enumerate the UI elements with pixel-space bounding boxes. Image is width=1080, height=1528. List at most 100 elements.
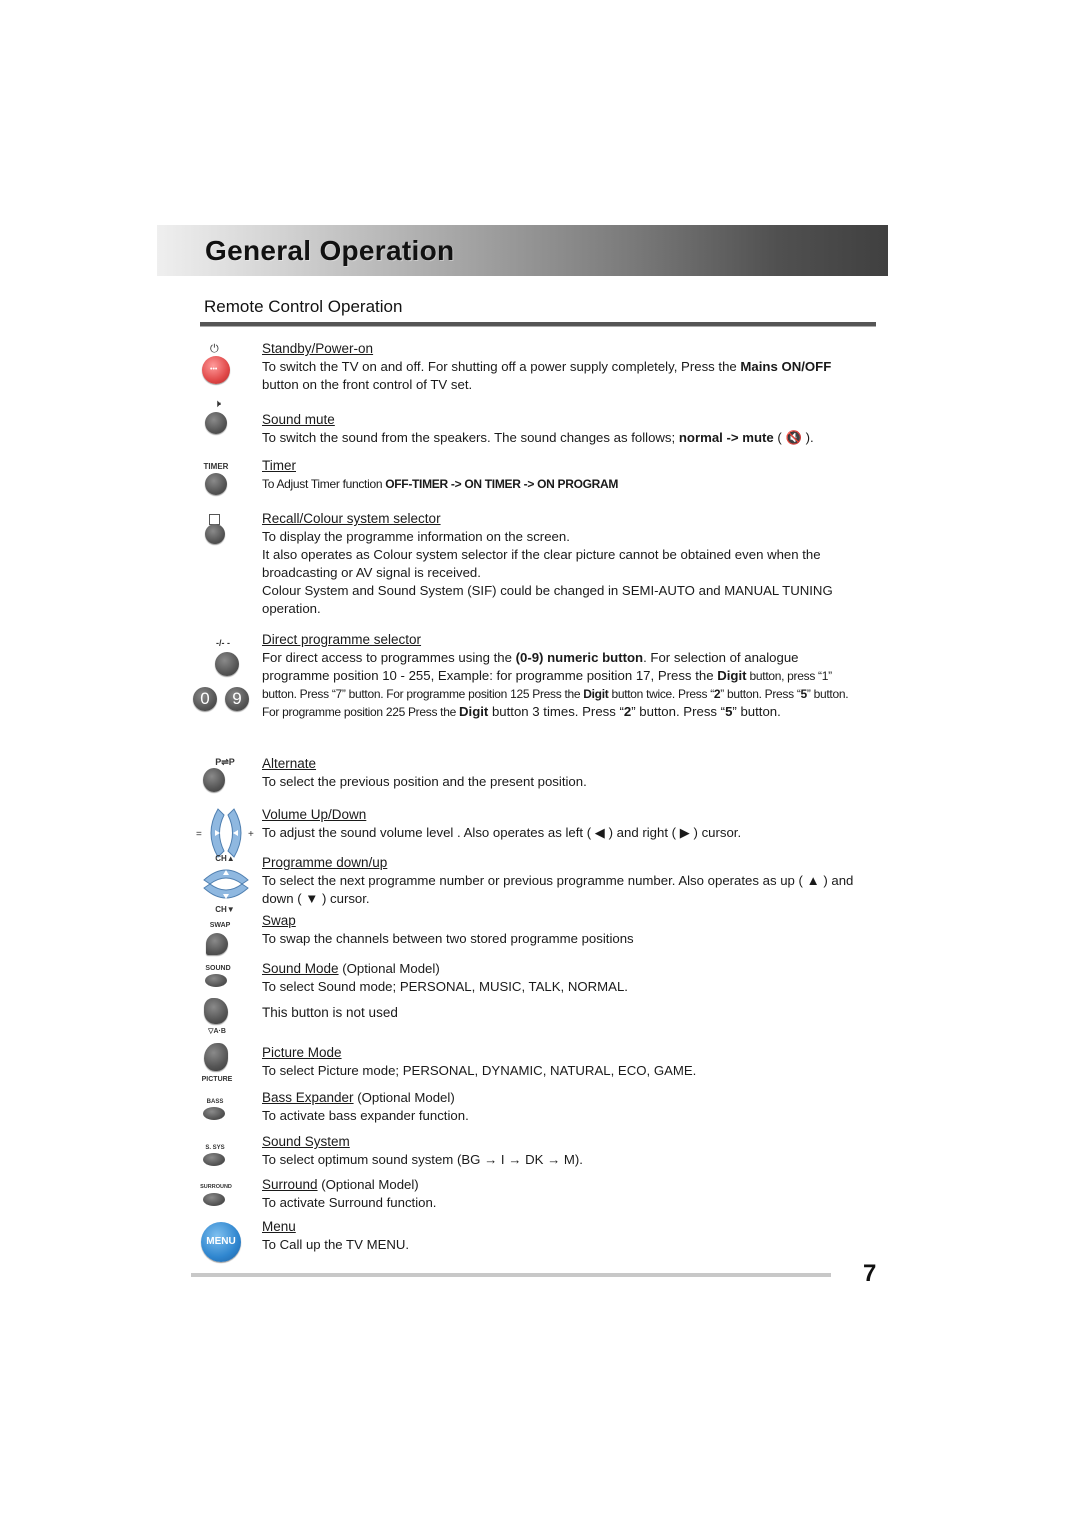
item-description: To select Picture mode; PERSONAL, DYNAMI… (262, 1063, 697, 1078)
desc-bold: OFF-TIMER -> ON TIMER -> ON PROGRAM (385, 477, 619, 491)
item-description: To adjust the sound volume level . Also … (262, 825, 742, 840)
desc-text: ( 🔇 ). (773, 430, 814, 445)
optional-note: (Optional Model) (317, 1177, 419, 1192)
power-symbol-icon: ⏻ (210, 343, 219, 355)
section-divider (200, 322, 876, 327)
item-heading: Standby/Power-on (262, 341, 374, 356)
svg-text:=: = (196, 829, 202, 840)
swap-label: SWAP (209, 922, 231, 929)
desc-text: ” button. (732, 704, 781, 719)
desc-line: Colour System and Sound System (SIF) cou… (262, 583, 833, 616)
item-heading: Sound System (262, 1134, 350, 1149)
svg-text:+: + (248, 829, 254, 840)
ssys-label: S. SYS (205, 1145, 225, 1151)
item-description: To activate bass expander function. (262, 1108, 469, 1123)
desc-text: To switch the sound from the speakers. T… (262, 430, 679, 445)
item-description: To switch the sound from the speakers. T… (262, 429, 882, 447)
item-sound-mode: Sound Mode (Optional Model) To select So… (262, 960, 862, 996)
item-standby: Standby/Power-on To switch the TV on and… (262, 340, 862, 394)
item-description: To select the next programme number or p… (262, 873, 854, 906)
ab-button-icon (204, 998, 228, 1024)
desc-text: ” button. Press “ (720, 687, 801, 701)
digit-button-icon (215, 652, 239, 676)
surround-button-icon (203, 1193, 225, 1206)
swap-button-icon (206, 933, 228, 955)
desc-bold: Digit (717, 668, 747, 683)
item-description: For direct access to programmes using th… (262, 649, 862, 721)
desc-bold: (0-9) numeric button (515, 650, 644, 665)
desc-line: It also operates as Colour system select… (262, 547, 821, 580)
item-description: To Adjust Timer function OFF-TIMER -> ON… (262, 475, 862, 493)
picture-button-icon (204, 1043, 228, 1071)
item-not-used: This button is not used (262, 1004, 862, 1022)
page-number: 7 (863, 1260, 877, 1287)
item-heading: Alternate (262, 756, 317, 771)
desc-bold: normal -> mute (678, 430, 774, 445)
item-heading: Timer (262, 458, 296, 473)
nine-digit: 9 (232, 689, 242, 708)
item-description: To Call up the TV MENU. (262, 1237, 410, 1252)
mute-symbol-icon: 🕨 (214, 398, 221, 410)
desc-text: ” button. Press “ (631, 704, 726, 719)
power-button-icon: ••• (202, 356, 230, 384)
page-header-banner: General Operation (157, 225, 888, 276)
zero-button-icon: 0 (193, 687, 217, 711)
item-swap: Swap To swap the channels between two st… (262, 912, 862, 948)
item-heading: Sound mute (262, 412, 335, 427)
ab-label: ▽A·B (208, 1028, 226, 1035)
item-description: To switch the TV on and off. For shuttin… (262, 358, 862, 394)
picture-label: PICTURE (201, 1076, 233, 1083)
item-heading: Direct programme selector (262, 632, 422, 647)
item-heading: Surround (262, 1177, 318, 1192)
surround-label: SURROUND (200, 1184, 232, 1190)
optional-note: (Optional Model) (338, 961, 440, 976)
item-description: To select optimum sound system (BG → I →… (262, 1152, 583, 1167)
item-menu: Menu To Call up the TV MENU. (262, 1218, 862, 1254)
digit-label: -/- - (216, 638, 230, 648)
ssys-button-icon (203, 1153, 225, 1166)
desc-text: button twice. Press “ (608, 687, 714, 701)
item-heading: Picture Mode (262, 1045, 342, 1060)
item-description: To select Sound mode; PERSONAL, MUSIC, T… (262, 979, 628, 994)
sound-label: SOUND (205, 965, 231, 972)
item-direct-programme: Direct programme selector For direct acc… (262, 631, 862, 721)
item-description: To activate Surround function. (262, 1195, 437, 1210)
item-heading: Menu (262, 1219, 296, 1234)
item-heading: This button is not used (262, 1005, 398, 1020)
optional-note: (Optional Model) (353, 1090, 455, 1105)
recall-button-icon (205, 524, 225, 544)
item-volume: Volume Up/Down To adjust the sound volum… (262, 806, 862, 842)
nine-button-icon: 9 (225, 687, 249, 711)
desc-text: For direct access to programmes using th… (262, 650, 516, 665)
item-surround: Surround (Optional Model) To activate Su… (262, 1176, 862, 1212)
alternate-label: P⇌P (215, 757, 235, 767)
desc-text: To switch the TV on and off. For shuttin… (262, 359, 741, 374)
programme-buttons-icon (203, 869, 249, 899)
timer-button-icon (205, 473, 227, 495)
item-picture-mode: Picture Mode To select Picture mode; PER… (262, 1044, 862, 1080)
mute-button-icon (205, 412, 227, 434)
desc-bold: Digit (459, 704, 489, 719)
item-timer: Timer To Adjust Timer function OFF-TIMER… (262, 457, 862, 493)
bass-button-icon (203, 1107, 225, 1120)
zero-digit: 0 (200, 689, 210, 708)
item-sound-mute: Sound mute To switch the sound from the … (262, 411, 882, 447)
timer-label: TIMER (203, 462, 229, 471)
item-heading: Programme down/up (262, 855, 388, 870)
desc-text: button 3 times. Press “ (488, 704, 624, 719)
item-description: To swap the channels between two stored … (262, 931, 634, 946)
item-bass: Bass Expander (Optional Model) To activa… (262, 1089, 862, 1125)
item-recall: Recall/Colour system selector To display… (262, 510, 862, 618)
desc-text: To Adjust Timer function (262, 477, 386, 491)
menu-button-text: MENU (206, 1236, 236, 1247)
item-heading: Volume Up/Down (262, 807, 367, 822)
footer-divider (191, 1273, 831, 1277)
item-description: To select the previous position and the … (262, 774, 587, 789)
sound-button-icon (205, 974, 227, 987)
page-title: General Operation (205, 235, 455, 266)
item-heading: Bass Expander (262, 1090, 354, 1105)
item-heading: Sound Mode (262, 961, 339, 976)
menu-button-icon: MENU (201, 1222, 241, 1262)
item-heading: Recall/Colour system selector (262, 511, 441, 526)
section-title: Remote Control Operation (204, 297, 403, 316)
